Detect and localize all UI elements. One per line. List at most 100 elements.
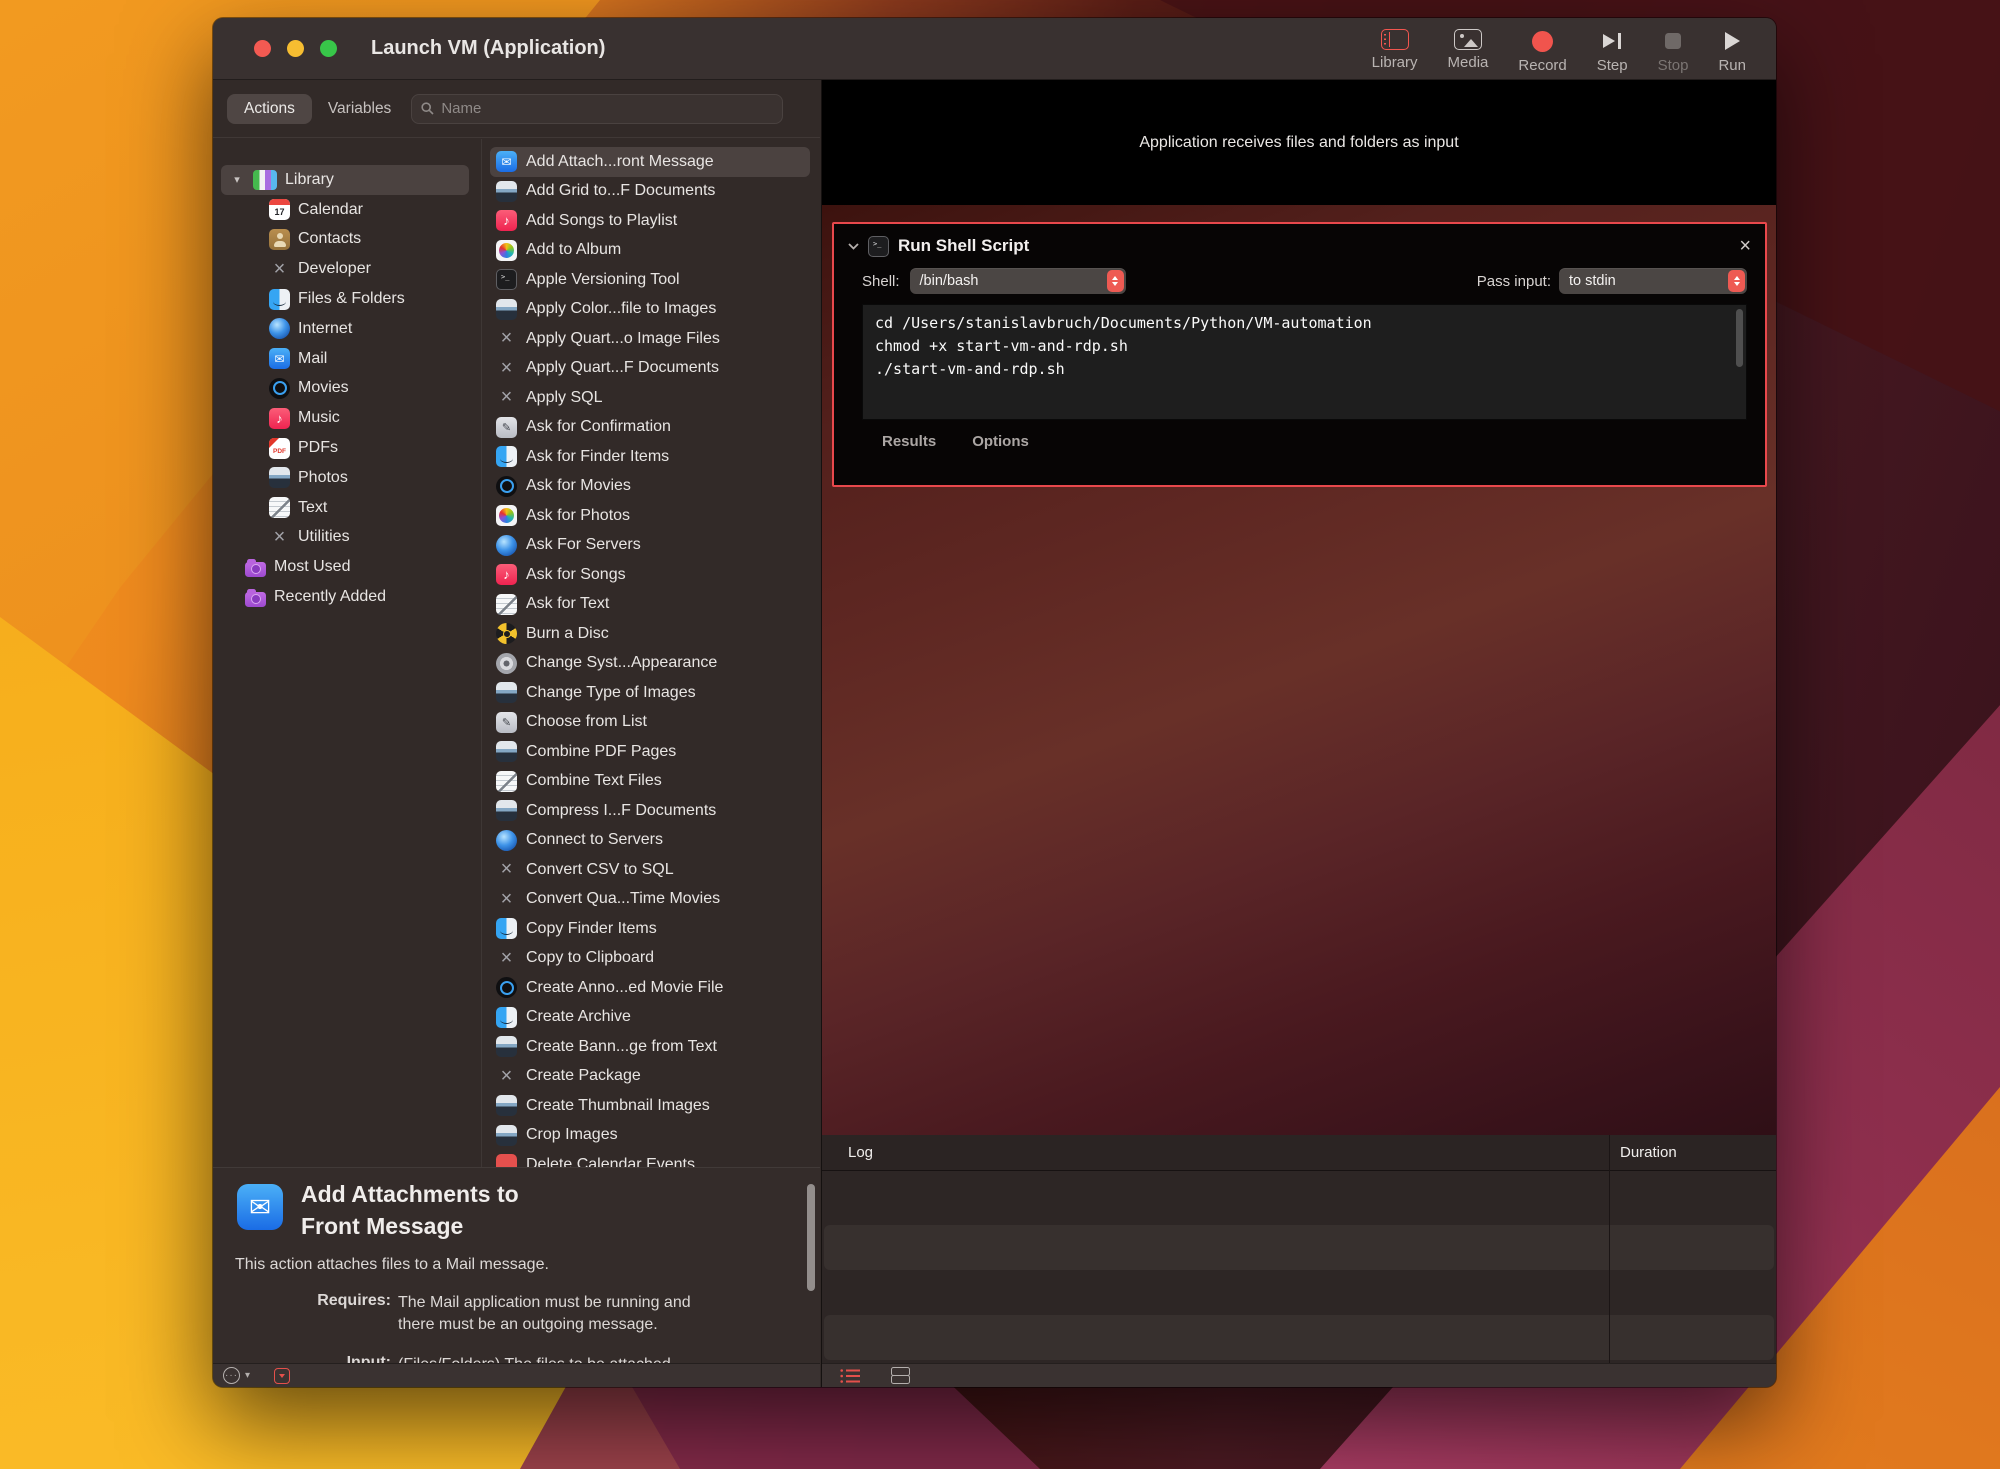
action-item-combine-pdf-pages[interactable]: Combine PDF Pages: [490, 737, 810, 767]
more-options-icon[interactable]: ···: [223, 1367, 240, 1384]
options-tab[interactable]: Options: [972, 433, 1029, 450]
zoom-button[interactable]: [320, 40, 337, 57]
toolbar-record-button[interactable]: Record: [1518, 29, 1566, 74]
preview-icon: [496, 1125, 517, 1146]
action-item-label: Compress I...F Documents: [526, 802, 716, 820]
sidebar-item-utilities[interactable]: Utilities: [221, 523, 469, 553]
sidebar-item-internet[interactable]: Internet: [221, 314, 469, 344]
action-item-convert-qua-time-movies[interactable]: Convert Qua...Time Movies: [490, 885, 810, 915]
description-input: Input: (Files/Folders) The files to be a…: [213, 1354, 820, 1363]
sidebar-item-mail[interactable]: Mail: [221, 344, 469, 374]
preview-icon: [496, 1095, 517, 1116]
folder-icon: [245, 592, 266, 607]
script-editor[interactable]: cd /Users/stanislavbruch/Documents/Pytho…: [862, 304, 1747, 420]
shell-popup[interactable]: /bin/bash: [910, 268, 1126, 294]
sidebar-item-text[interactable]: Text: [221, 493, 469, 523]
action-item-compress-i-f-documents[interactable]: Compress I...F Documents: [490, 796, 810, 826]
sidebar-item-movies[interactable]: Movies: [221, 374, 469, 404]
xtool-icon: [496, 948, 517, 969]
search-field[interactable]: [411, 94, 783, 124]
action-item-choose-from-list[interactable]: Choose from List: [490, 708, 810, 738]
sidebar-item-most-used[interactable]: Most Used: [221, 552, 469, 582]
tab-variables[interactable]: Variables: [328, 100, 391, 118]
log-view-icon[interactable]: [840, 1368, 861, 1384]
sidebar-item-developer[interactable]: Developer: [221, 254, 469, 284]
action-item-copy-to-clipboard[interactable]: Copy to Clipboard: [490, 944, 810, 974]
script-scrollbar[interactable]: [1736, 309, 1743, 367]
action-item-connect-to-servers[interactable]: Connect to Servers: [490, 826, 810, 856]
action-item-label: Add to Album: [526, 241, 621, 259]
results-tab[interactable]: Results: [882, 433, 936, 450]
sidebar-item-label: Most Used: [274, 558, 350, 576]
sidebar-item-pdfs[interactable]: PDFs: [221, 433, 469, 463]
automator-icon: [496, 417, 517, 438]
action-item-copy-finder-items[interactable]: Copy Finder Items: [490, 914, 810, 944]
action-item-create-anno-ed-movie-file[interactable]: Create Anno...ed Movie File: [490, 973, 810, 1003]
action-item-ask-for-photos[interactable]: Ask for Photos: [490, 501, 810, 531]
toolbar-media-button[interactable]: Media: [1448, 29, 1489, 71]
action-item-apply-quart-o-image-files[interactable]: Apply Quart...o Image Files: [490, 324, 810, 354]
action-item-change-type-of-images[interactable]: Change Type of Images: [490, 678, 810, 708]
log-column-header[interactable]: Log: [848, 1144, 873, 1161]
search-input[interactable]: [441, 100, 773, 117]
duration-column-header[interactable]: Duration: [1620, 1144, 1677, 1161]
action-item-create-package[interactable]: Create Package: [490, 1062, 810, 1092]
action-item-apply-quart-f-documents[interactable]: Apply Quart...F Documents: [490, 354, 810, 384]
sidebar-item-recently-added[interactable]: Recently Added: [221, 582, 469, 612]
toolbar-library-button[interactable]: Library: [1372, 29, 1418, 71]
action-item-delete-calendar-events[interactable]: Delete Calendar Events: [490, 1150, 810, 1167]
disclosure-chevron-icon[interactable]: ▾: [229, 173, 245, 186]
action-item-add-attach-ront-message[interactable]: Add Attach...ront Message: [490, 147, 810, 177]
description-scrollbar[interactable]: [807, 1184, 815, 1291]
action-item-label: Ask for Text: [526, 595, 609, 613]
minimize-button[interactable]: [287, 40, 304, 57]
run-shell-script-action[interactable]: Run Shell Script × Shell: /bin/bash Pass…: [832, 222, 1767, 487]
action-item-add-songs-to-playlist[interactable]: Add Songs to Playlist: [490, 206, 810, 236]
action-item-ask-for-text[interactable]: Ask for Text: [490, 590, 810, 620]
xtool-icon: [496, 328, 517, 349]
show-when-run-icon[interactable]: [274, 1368, 290, 1384]
collapse-chevron-icon[interactable]: [848, 243, 859, 250]
description-body: This action attaches files to a Mail mes…: [235, 1256, 549, 1274]
sidebar-item-music[interactable]: Music: [221, 403, 469, 433]
sidebar-item-contacts[interactable]: Contacts: [221, 225, 469, 255]
variables-view-icon[interactable]: [891, 1367, 910, 1384]
sidebar-item-calendar[interactable]: Calendar: [221, 195, 469, 225]
action-item-convert-csv-to-sql[interactable]: Convert CSV to SQL: [490, 855, 810, 885]
action-item-create-archive[interactable]: Create Archive: [490, 1003, 810, 1033]
popup-stepper-icon: [1107, 270, 1124, 292]
action-item-add-to-album[interactable]: Add to Album: [490, 236, 810, 266]
toolbar-step-button[interactable]: Step: [1597, 29, 1628, 74]
action-item-crop-images[interactable]: Crop Images: [490, 1121, 810, 1151]
action-item-combine-text-files[interactable]: Combine Text Files: [490, 767, 810, 797]
action-item-apply-sql[interactable]: Apply SQL: [490, 383, 810, 413]
action-item-apple-versioning-tool[interactable]: Apple Versioning Tool: [490, 265, 810, 295]
action-item-apply-color-file-to-images[interactable]: Apply Color...file to Images: [490, 295, 810, 325]
action-item-create-bann-ge-from-text[interactable]: Create Bann...ge from Text: [490, 1032, 810, 1062]
action-item-create-thumbnail-images[interactable]: Create Thumbnail Images: [490, 1091, 810, 1121]
action-item-ask-for-finder-items[interactable]: Ask for Finder Items: [490, 442, 810, 472]
action-item-add-grid-to-f-documents[interactable]: Add Grid to...F Documents: [490, 177, 810, 207]
toolbar-run-button[interactable]: Run: [1718, 29, 1746, 74]
sidebar-item-files-folders[interactable]: Files & Folders: [221, 284, 469, 314]
xtool-icon: [496, 1066, 517, 1087]
sidebar-item-library[interactable]: ▾Library: [221, 165, 469, 195]
sidebar-item-label: Files & Folders: [298, 290, 405, 308]
action-item-ask-for-confirmation[interactable]: Ask for Confirmation: [490, 413, 810, 443]
action-item-change-syst-appearance[interactable]: Change Syst...Appearance: [490, 649, 810, 679]
action-item-label: Apply Quart...o Image Files: [526, 330, 720, 348]
tab-actions[interactable]: Actions: [227, 94, 312, 124]
action-header: Run Shell Script ×: [834, 224, 1765, 268]
action-item-ask-for-servers[interactable]: Ask For Servers: [490, 531, 810, 561]
action-item-ask-for-songs[interactable]: Ask for Songs: [490, 560, 810, 590]
library-footer: ··· ▾: [213, 1363, 820, 1387]
close-action-icon[interactable]: ×: [1739, 236, 1751, 256]
action-item-burn-a-disc[interactable]: Burn a Disc: [490, 619, 810, 649]
action-item-ask-for-movies[interactable]: Ask for Movies: [490, 472, 810, 502]
window-title: Launch VM (Application): [371, 37, 605, 60]
pass-input-popup[interactable]: to stdin: [1559, 268, 1747, 294]
shell-script-icon: [868, 236, 889, 257]
close-button[interactable]: [254, 40, 271, 57]
appearance-icon: [496, 653, 517, 674]
sidebar-item-photos[interactable]: Photos: [221, 463, 469, 493]
